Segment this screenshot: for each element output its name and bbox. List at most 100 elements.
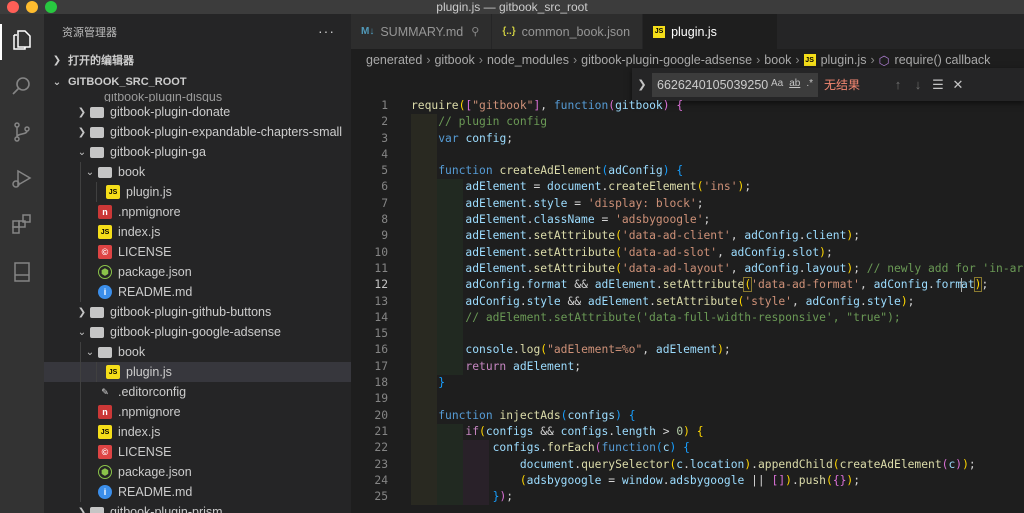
breadcrumb-item[interactable]: generated (366, 53, 422, 67)
code-text: document.querySelector(c.location).appen… (519, 457, 976, 471)
tab-plugin-js[interactable]: JS plugin.js (643, 14, 778, 49)
book-icon[interactable] (8, 258, 36, 286)
line-number: 3 (381, 131, 388, 145)
line-number: 20 (374, 408, 388, 422)
explorer-icon[interactable] (8, 26, 36, 54)
tree-folder-github-buttons[interactable]: ❯ gitbook-plugin-github-buttons (44, 302, 351, 322)
root-folder-section[interactable]: ⌄ GITBOOK_SRC_ROOT (44, 71, 351, 93)
run-debug-icon[interactable] (8, 164, 36, 192)
indent-guide (80, 482, 81, 502)
breadcrumb-separator: › (426, 53, 431, 67)
close-find-icon[interactable]: ✕ (948, 77, 968, 93)
indent-guide (80, 382, 81, 402)
folder-icon (90, 306, 104, 318)
folder-icon (90, 106, 104, 118)
line-number: 15 (374, 327, 388, 341)
explorer-title: 资源管理器 (62, 26, 117, 39)
javascript-file-icon: JS (98, 225, 112, 239)
search-icon[interactable] (8, 72, 36, 100)
javascript-file-icon: JS (803, 54, 816, 66)
code-text: require(["gitbook"], function(gitbook) { (411, 99, 684, 112)
breadcrumb-item[interactable]: require() callback (895, 53, 991, 67)
tree-file-adsense-package-json[interactable]: ⬢ package.json (44, 462, 351, 482)
indent-guide (80, 442, 81, 462)
tree-file-ga-package-json[interactable]: ⬢ package.json (44, 262, 351, 282)
extensions-icon[interactable] (8, 210, 36, 238)
code-editor[interactable]: 1 require(["gitbook"], function(gitbook) … (351, 98, 1024, 506)
chevron-down-icon: ⌄ (85, 166, 95, 178)
code-line: 23 document.querySelector(c.location).ap… (351, 456, 1024, 473)
tree-item-label: index.js (118, 225, 161, 239)
line-number: 11 (374, 261, 388, 275)
code-text: } (438, 376, 446, 390)
code-text: function createAdElement(adConfig) { (438, 164, 684, 178)
toggle-replace-chevron-icon[interactable]: ❯ (632, 78, 652, 91)
open-editors-section[interactable]: ❯ 打开的编辑器 (44, 49, 351, 71)
tree-folder-google-adsense[interactable]: ⌄ gitbook-plugin-google-adsense (44, 322, 351, 342)
tree-folder-adsense-book[interactable]: ⌄ book (44, 342, 351, 362)
tree-file-ga-npmignore[interactable]: n .npmignore (44, 202, 351, 222)
tab-label: common_book.json (521, 24, 631, 39)
tree-file-ga-plugin-js[interactable]: JS plugin.js (44, 182, 351, 202)
code-line: 2 // plugin config (351, 114, 1024, 131)
code-line: 19 (351, 391, 1024, 408)
breadcrumb-item[interactable]: gitbook-plugin-google-adsense (581, 53, 752, 67)
npm-file-icon: n (98, 405, 112, 419)
chevron-down-icon: ⌄ (85, 346, 95, 358)
code-line: 16 console.log("adElement=%o", adElement… (351, 342, 1024, 359)
tree-file-adsense-readme[interactable]: i README.md (44, 482, 351, 502)
line-number: 17 (374, 359, 388, 373)
breadcrumb-item[interactable]: plugin.js (821, 53, 867, 67)
javascript-file-icon: JS (653, 25, 666, 38)
breadcrumb-item[interactable]: gitbook (434, 53, 474, 67)
editorconfig-file-icon: ✎ (101, 386, 109, 397)
indent-guide (80, 262, 81, 282)
tree-folder-ga-book[interactable]: ⌄ book (44, 162, 351, 182)
license-file-icon: © (98, 445, 112, 459)
tree-file-ga-index-js[interactable]: JS index.js (44, 222, 351, 242)
tree-file-adsense-npmignore[interactable]: n .npmignore (44, 402, 351, 422)
more-actions-icon[interactable]: ··· (318, 23, 335, 39)
line-number: 13 (374, 294, 388, 308)
tab-summary-md[interactable]: M↓ SUMMARY.md ⚲ (351, 14, 493, 49)
pin-icon[interactable]: ⚲ (471, 25, 479, 38)
code-line: 9 adElement.setAttribute('data-ad-client… (351, 228, 1024, 245)
next-match-arrow-down-icon[interactable]: ↓ (908, 77, 928, 92)
tree-item-label: book (118, 165, 146, 179)
code-line: 22 configs.forEach(function(c) { (351, 440, 1024, 457)
tree-file-adsense-editorconfig[interactable]: ✎ .editorconfig (44, 382, 351, 402)
whole-word-toggle[interactable]: ab (789, 78, 800, 89)
previous-match-arrow-up-icon[interactable]: ↑ (888, 77, 908, 92)
tree-file-adsense-plugin-js[interactable]: JS plugin.js (44, 362, 351, 382)
tree-folder-ga[interactable]: ⌄ gitbook-plugin-ga (44, 142, 351, 162)
tree-item-partial[interactable]: gitbook-plugin-disqus (44, 93, 351, 102)
javascript-file-icon: JS (106, 185, 120, 199)
tree-folder-prism[interactable]: ❯ gitbook-plugin-prism (44, 502, 351, 513)
tree-folder-expandable[interactable]: ❯ gitbook-plugin-expandable-chapters-sma… (44, 122, 351, 142)
line-number: 23 (374, 457, 388, 471)
find-input[interactable]: 6626240105039250 Aa ab .* (652, 72, 818, 97)
tree-folder-donate[interactable]: ❯ gitbook-plugin-donate (44, 102, 351, 122)
line-number: 21 (374, 424, 388, 438)
indent-guide (80, 182, 81, 202)
indent-guide (80, 282, 81, 302)
tree-file-ga-readme[interactable]: i README.md (44, 282, 351, 302)
code-text: (adsbygoogle = window.adsbygoogle || [])… (519, 473, 861, 487)
tree-file-ga-license[interactable]: © LICENSE (44, 242, 351, 262)
tree-item-label: README.md (118, 285, 193, 299)
find-in-selection-icon[interactable]: ☰ (928, 77, 948, 93)
regex-toggle[interactable]: .* (806, 78, 813, 89)
breadcrumb-item[interactable]: node_modules (487, 53, 569, 67)
source-control-icon[interactable] (8, 118, 36, 146)
javascript-file-icon: JS (98, 425, 112, 439)
indent-guide (80, 242, 81, 262)
match-case-toggle[interactable]: Aa (771, 78, 783, 89)
tree-file-adsense-license[interactable]: © LICENSE (44, 442, 351, 462)
line-number: 6 (381, 180, 388, 194)
breadcrumb-separator: › (870, 53, 875, 67)
tree-file-adsense-index-js[interactable]: JS index.js (44, 422, 351, 442)
code-line: 21 if(configs && configs.length > 0) { (351, 423, 1024, 441)
tab-common-book-json[interactable]: {..} common_book.json (492, 14, 644, 49)
breadcrumb-item[interactable]: book (764, 53, 791, 67)
folder-open-icon (98, 166, 112, 178)
